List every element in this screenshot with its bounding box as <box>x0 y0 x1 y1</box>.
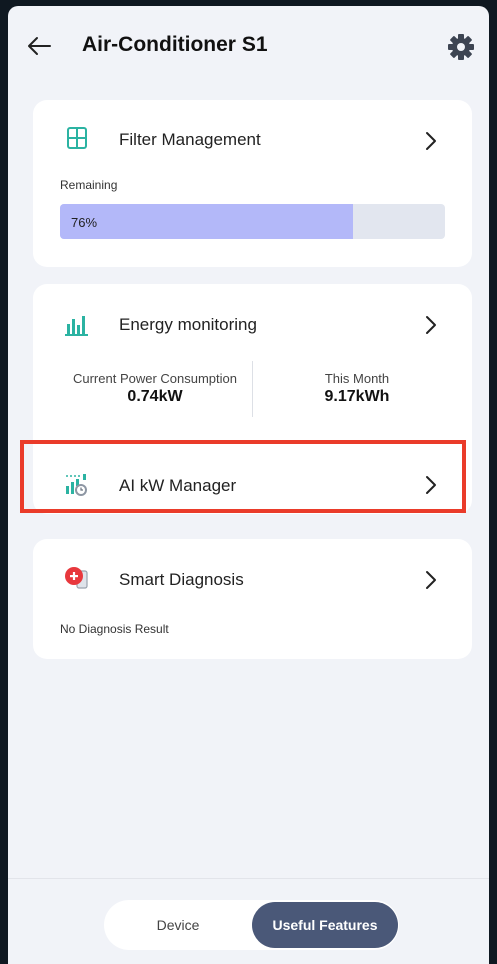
filter-management-title: Filter Management <box>119 130 261 149</box>
smart-diagnosis-icon <box>64 564 90 590</box>
back-arrow-icon <box>28 37 51 55</box>
remaining-label: Remaining <box>60 178 118 192</box>
energy-monitoring-title[interactable]: Energy monitoring <box>119 315 257 335</box>
current-power-label: Current Power Consumption <box>72 371 238 386</box>
back-button[interactable] <box>24 32 56 60</box>
tab-device[interactable]: Device <box>104 900 252 950</box>
filter-progress-text: 76% <box>71 215 98 230</box>
segmented-tab-control: Device Useful Features <box>104 900 399 950</box>
this-month-value: 9.17kWh <box>324 388 390 405</box>
filter-progress-bar: 76% <box>60 204 445 239</box>
tab-useful-features[interactable]: Useful Features <box>252 902 398 948</box>
filter-management-chevron-icon[interactable] <box>422 130 440 152</box>
metric-divider <box>252 361 253 417</box>
diagnosis-result-text: No Diagnosis Result <box>60 622 169 636</box>
gear-icon <box>448 34 474 60</box>
filter-management-card[interactable]: Filter Management Remaining 76% <box>33 100 472 267</box>
header: Air-Conditioner S1 <box>8 6 489 86</box>
filter-grid-icon <box>64 125 90 151</box>
bar-chart-icon <box>64 311 90 337</box>
ai-kw-manager-highlight-box <box>20 440 466 513</box>
page-title: Air-Conditioner S1 <box>82 33 268 56</box>
current-power-value: 0.74kW <box>127 388 183 405</box>
filter-progress-fill <box>60 204 353 239</box>
bottom-tab-bar: Device Useful Features <box>8 878 489 964</box>
smart-diagnosis-title: Smart Diagnosis <box>119 570 244 589</box>
settings-button[interactable] <box>444 30 478 64</box>
smart-diagnosis-chevron-icon[interactable] <box>422 569 440 591</box>
this-month-label: This Month <box>324 371 390 386</box>
smart-diagnosis-card[interactable]: Smart Diagnosis No Diagnosis Result <box>33 539 472 659</box>
energy-monitoring-chevron-icon[interactable] <box>422 314 440 336</box>
